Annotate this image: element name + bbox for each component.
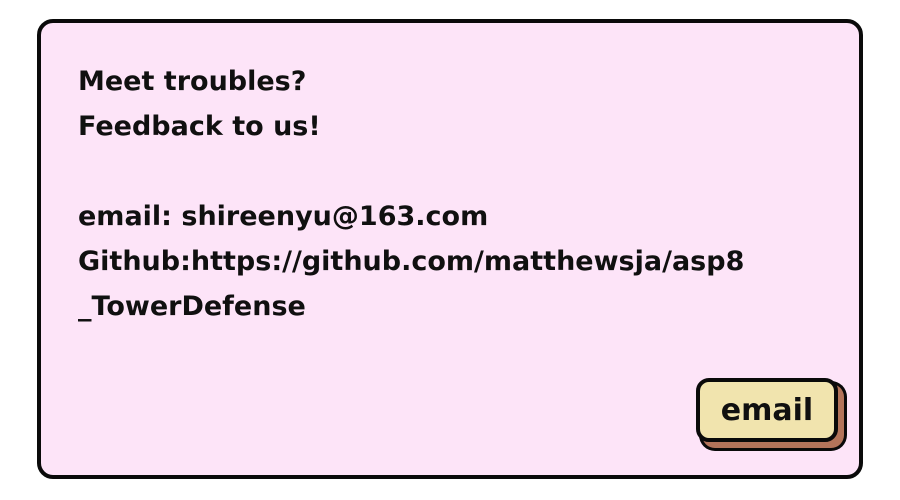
feedback-panel: Meet troubles? Feedback to us! email: sh… [37,19,863,479]
trouble-prompt: Meet troubles? [78,66,307,97]
github-link: Github:https://github.com/matthewsja/asp… [78,246,745,277]
feedback-prompt: Feedback to us! [78,111,321,142]
email-address: email: shireenyu@163.com [78,201,489,232]
feedback-message: Meet troubles? Feedback to us! email: sh… [78,59,744,329]
github-link-continued: _TowerDefense [78,291,306,322]
email-button[interactable]: email [696,378,838,442]
